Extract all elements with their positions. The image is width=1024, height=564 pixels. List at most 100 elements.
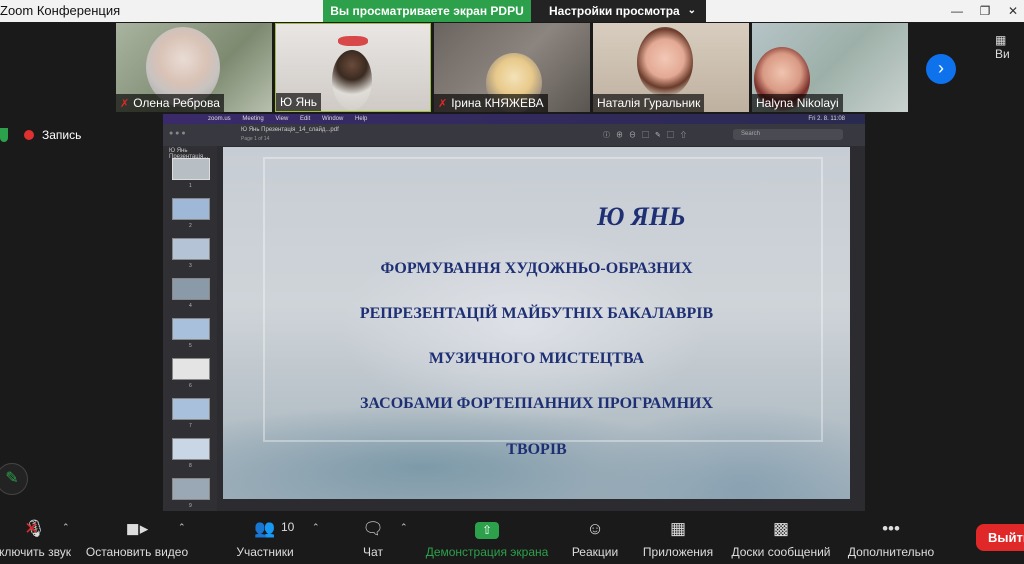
participant-name: Halyna Nikolayi (752, 94, 843, 112)
restore-icon[interactable]: ❐ (974, 0, 996, 22)
reactions-label: Реакции (571, 545, 619, 559)
page-thumbnails-sidebar: Ю Янь Презентація... 1 2 3 4 5 6 7 8 9 (163, 146, 217, 511)
mac-clock: Fri 2. 8. 11:08 (808, 116, 845, 122)
mic-muted-icon: ✗ (120, 98, 130, 110)
more-dots-icon: ••• (882, 519, 900, 538)
reactions-button[interactable]: ☺ Реакции (566, 512, 624, 564)
whiteboard-icon: ▩ (772, 519, 790, 538)
viewer-search-field: Search (733, 129, 843, 140)
apps-label: Приложения (642, 545, 714, 559)
video-options-caret-icon[interactable]: ⌃ (178, 522, 186, 533)
stop-video-label: Остановить видео (85, 545, 189, 559)
document-page-info: Page 1 of 14 (241, 136, 270, 142)
page-thumbnail (172, 438, 210, 460)
page-thumbnail (172, 478, 210, 500)
viewer-tools-icons: ⓘ⊕⊖▢✎▢⇧ (603, 132, 693, 139)
video-camera-icon: ◼▸ (125, 519, 149, 538)
record-icon (24, 130, 34, 140)
participants-button[interactable]: 👥 10 Участники (230, 512, 300, 564)
chevron-right-icon: › (938, 58, 944, 78)
page-thumbnail (172, 278, 210, 300)
presentation-slide: Ю ЯНЬ ФОРМУВАННЯ ХУДОЖНЬО-ОБРАЗНИХ РЕПРЕ… (223, 147, 850, 499)
slide-author: Ю ЯНЬ (597, 202, 686, 231)
whiteboards-label: Доски сообщений (731, 545, 831, 559)
participants-count: 10 (281, 520, 295, 534)
avatar (637, 27, 693, 97)
page-number: 1 (189, 183, 192, 189)
shared-screen: zoom.us Meeting View Edit Window Help Fr… (163, 114, 865, 511)
participant-tile[interactable]: Halyna Nikolayi (752, 23, 908, 112)
page-number: 9 (189, 503, 192, 509)
page-number: 7 (189, 423, 192, 429)
menu-item: Meeting (242, 116, 264, 122)
window-title: Zoom Конференция (0, 3, 121, 18)
participants-options-caret-icon[interactable]: ⌃ (312, 522, 320, 533)
participants-label: Участники (236, 545, 294, 559)
reactions-icon: ☺ (586, 519, 604, 538)
slide-title-line: РЕПРЕЗЕНТАЦІЙ МАЙБУТНІХ БАКАЛАВРІВ (359, 305, 714, 322)
page-thumbnail (172, 318, 210, 340)
recording-indicator[interactable]: Запись (24, 128, 81, 142)
menu-item: Edit (299, 116, 311, 122)
participants-icon: 👥 (254, 519, 276, 538)
share-banner: Вы просматриваете экран PDPU (323, 0, 531, 22)
page-thumbnail (172, 238, 210, 260)
page-number: 5 (189, 343, 192, 349)
page-thumbnail (172, 158, 210, 180)
page-number: 8 (189, 463, 192, 469)
menu-item: Window (321, 116, 344, 122)
meeting-toolbar: 🎙 ✕ ключить звук ⌃ ◼▸ Остановить видео ⌃ … (0, 512, 1024, 564)
participant-tile[interactable]: ✗ Олена Реброва (116, 23, 272, 112)
page-number: 3 (189, 263, 192, 269)
slide-title-line: ТВОРІВ (506, 441, 567, 458)
participant-tile[interactable]: Ю Янь (275, 23, 431, 112)
page-thumbnail (172, 398, 210, 420)
more-button[interactable]: ••• Дополнительно (844, 512, 938, 564)
page-number: 6 (189, 383, 192, 389)
slide-title-line: ЗАСОБАМИ ФОРТЕПІАННИХ ПРОГРАМНИХ (359, 395, 714, 412)
apps-icon: ▦ (669, 519, 687, 538)
close-icon[interactable]: ✕ (1002, 0, 1024, 22)
view-options-button[interactable]: Настройки просмотра ⌄ (531, 0, 706, 22)
participant-name: ✗ Ірина КНЯЖЕВА (434, 94, 548, 112)
security-shield-icon[interactable] (0, 128, 8, 142)
share-screen-label: Демонстрация экрана (425, 545, 549, 559)
traffic-lights-icon: ● ● ● (169, 130, 186, 137)
participant-tile[interactable]: ✗ Ірина КНЯЖЕВА (434, 23, 590, 112)
slide-title-line: ФОРМУВАННЯ ХУДОЖНЬО-ОБРАЗНИХ (380, 260, 693, 277)
chat-label: Чат (363, 545, 383, 559)
mic-muted-icon: 🎙 ✕ (24, 519, 46, 538)
menu-item: View (275, 116, 289, 122)
page-thumbnail (172, 198, 210, 220)
unmute-label: ключить звук (0, 545, 72, 559)
audio-options-caret-icon[interactable]: ⌃ (62, 522, 70, 533)
chevron-down-icon: ⌄ (687, 5, 696, 16)
minimize-icon[interactable]: — (946, 0, 968, 22)
leave-button[interactable]: Выйти (976, 524, 1024, 551)
share-screen-icon: ⇧ (475, 519, 499, 539)
more-label: Дополнительно (847, 545, 935, 559)
participant-name: Наталія Гуральник (593, 94, 705, 112)
participant-name: ✗ Олена Реброва (116, 94, 224, 112)
whiteboards-button[interactable]: ▩ Доски сообщений (726, 512, 836, 564)
menu-item: zoom.us (208, 116, 231, 122)
document-title: Ю Янь Презентація_14_слайд...pdf (241, 127, 339, 133)
apps-button[interactable]: ▦ Приложения (638, 512, 718, 564)
annotate-pencil-icon[interactable]: ✎ (0, 463, 28, 495)
stop-video-button[interactable]: ◼▸ Остановить видео (84, 512, 190, 564)
mic-muted-icon: ✗ (438, 98, 448, 110)
next-page-button[interactable]: › (926, 54, 956, 84)
chat-options-caret-icon[interactable]: ⌃ (400, 522, 408, 533)
menu-item: Help (355, 116, 368, 122)
logo-shape (338, 36, 368, 46)
page-number: 2 (189, 223, 192, 229)
share-screen-button[interactable]: ⇧ Демонстрация экрана (420, 512, 554, 564)
side-view-label[interactable]: ▦ Ви (995, 33, 1024, 61)
unmute-button[interactable]: 🎙 ✕ ключить звук (0, 512, 76, 564)
recording-label: Запись (42, 128, 82, 142)
chat-button[interactable]: 🗨 Чат (350, 512, 396, 564)
avatar (332, 50, 372, 110)
slide-title-line: МУЗИЧНОГО МИСТЕЦТВА (428, 350, 645, 367)
chat-icon: 🗨 (362, 519, 384, 538)
participant-tile[interactable]: Наталія Гуральник (593, 23, 749, 112)
